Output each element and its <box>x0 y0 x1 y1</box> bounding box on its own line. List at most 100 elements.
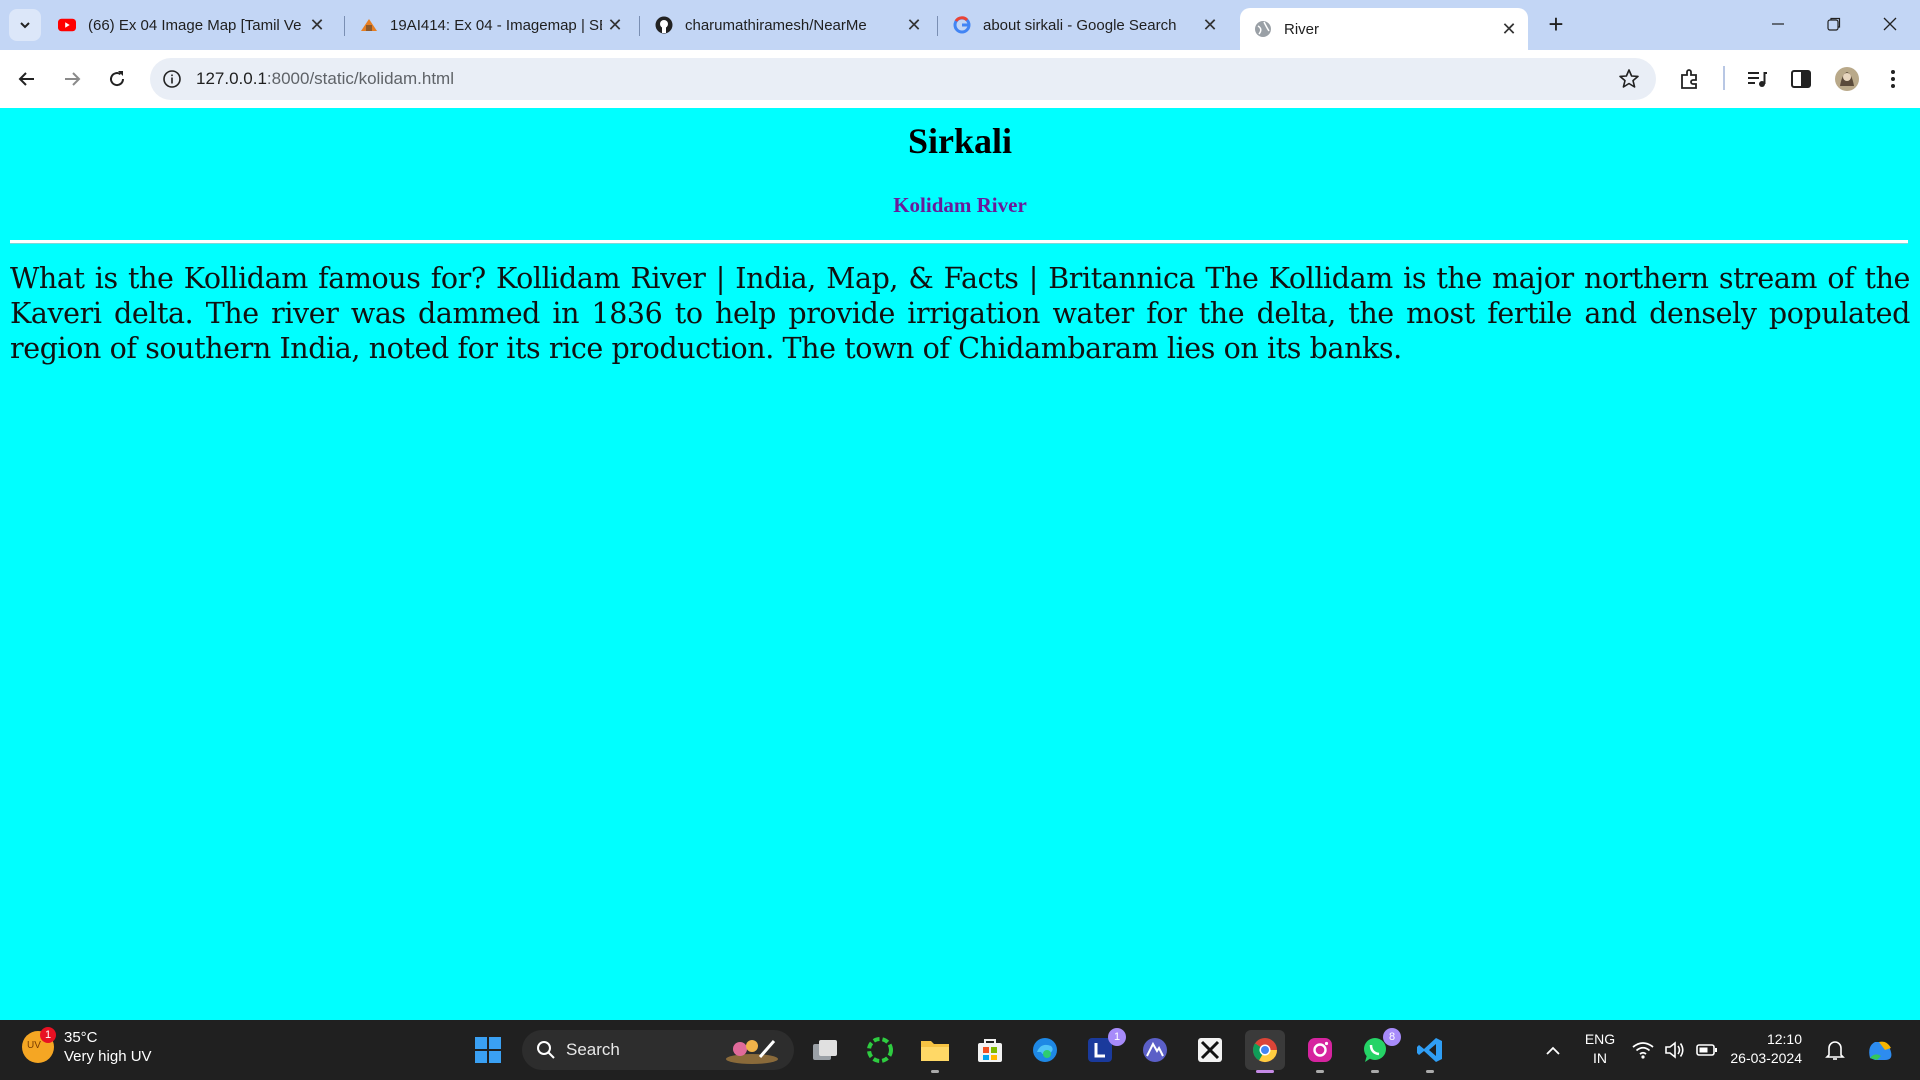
url-text[interactable]: 127.0.0.1:8000/static/kolidam.html <box>196 69 454 89</box>
tab-github[interactable]: charumathiramesh/NearMe ✕ <box>641 8 933 42</box>
browser-menu-button[interactable] <box>1879 65 1907 93</box>
side-panel-icon <box>1791 70 1811 88</box>
taskbar-chrome[interactable] <box>1245 1030 1285 1073</box>
taskbar-store[interactable] <box>970 1030 1010 1070</box>
tab-divider <box>639 16 640 36</box>
side-panel-button[interactable] <box>1787 65 1815 93</box>
arrow-right-icon <box>65 72 81 86</box>
tab-title: 19AI414: Ex 04 - Imagemap | SE <box>390 16 602 34</box>
chevron-up-icon <box>1546 1046 1560 1055</box>
language-code: ENG <box>1584 1031 1616 1047</box>
tab-river[interactable]: River ✕ <box>1240 8 1528 50</box>
show-hidden-icons-button[interactable] <box>1533 1030 1573 1070</box>
taskbar-app-loader[interactable] <box>860 1030 900 1070</box>
sun-uv-icon: UV 1 <box>22 1027 56 1063</box>
tab-course[interactable]: 19AI414: Ex 04 - Imagemap | SE ✕ <box>346 8 634 42</box>
running-indicator <box>1426 1070 1434 1073</box>
minimize-icon <box>1772 23 1784 25</box>
extensions-button[interactable] <box>1676 65 1704 93</box>
start-button[interactable] <box>468 1030 508 1070</box>
task-view-button[interactable] <box>805 1030 845 1070</box>
google-icon <box>953 16 971 34</box>
taskbar-file-explorer[interactable] <box>915 1030 955 1073</box>
taskbar-edge[interactable] <box>1025 1030 1065 1070</box>
weather-widget[interactable]: UV 1 35°C Very high UV <box>22 1027 152 1066</box>
tab-divider <box>344 16 345 36</box>
mountain-app-icon <box>1143 1038 1167 1062</box>
profile-avatar[interactable] <box>1833 65 1861 93</box>
volume-status[interactable] <box>1660 1030 1690 1070</box>
taskbar-whatsapp[interactable]: 8 <box>1355 1028 1401 1073</box>
minimize-button[interactable] <box>1750 0 1806 48</box>
notifications-button[interactable] <box>1820 1030 1850 1070</box>
tab-title: about sirkali - Google Search <box>983 16 1177 34</box>
restore-button[interactable] <box>1806 0 1862 48</box>
region-code: IN <box>1593 1050 1607 1066</box>
reload-button[interactable] <box>102 64 132 94</box>
tab-title: River <box>1284 20 1320 38</box>
reload-icon <box>110 71 125 87</box>
copilot-button[interactable] <box>1862 1030 1898 1070</box>
close-icon[interactable]: ✕ <box>602 15 628 36</box>
close-icon[interactable]: ✕ <box>901 15 927 36</box>
new-tab-button[interactable]: + <box>1541 10 1571 40</box>
forward-button[interactable] <box>57 64 87 94</box>
tab-youtube[interactable]: (66) Ex 04 Image Map [Tamil Ve ✕ <box>44 8 336 42</box>
battery-icon <box>1696 1044 1717 1056</box>
page-subtitle: Kolidam River <box>893 193 1027 217</box>
folder-icon <box>921 1041 949 1061</box>
taskbar-app-l[interactable]: 1 <box>1080 1028 1126 1070</box>
page-title: Sirkali <box>907 121 1013 161</box>
puzzle-icon <box>1681 69 1697 89</box>
notification-badge: 1 <box>1108 1028 1126 1046</box>
info-icon[interactable] <box>162 69 182 89</box>
copilot-icon <box>1869 1041 1892 1060</box>
taskbar-app-arc[interactable] <box>1135 1030 1175 1070</box>
capcut-icon <box>1198 1038 1222 1062</box>
language-indicator[interactable]: ENG IN <box>1580 1030 1620 1068</box>
weather-temp: 35°C <box>64 1029 98 1046</box>
close-icon <box>1883 17 1897 31</box>
store-bag-icon <box>978 1039 1002 1062</box>
course-site-icon <box>360 16 378 34</box>
chevron-down-icon <box>20 22 30 29</box>
horizontal-rule <box>10 240 1908 244</box>
chrome-icon <box>1253 1038 1277 1063</box>
address-bar[interactable]: 127.0.0.1:8000/static/kolidam.html <box>150 58 1656 100</box>
close-icon[interactable]: ✕ <box>1197 15 1223 36</box>
wifi-status[interactable] <box>1628 1030 1658 1070</box>
taskbar-instagram[interactable] <box>1300 1030 1340 1073</box>
tab-google[interactable]: about sirkali - Google Search ✕ <box>939 8 1229 42</box>
url-host: 127.0.0.1 <box>196 69 267 88</box>
kebab-menu-icon <box>1891 70 1895 88</box>
taskbar-app-capcut[interactable] <box>1190 1030 1230 1070</box>
clock[interactable]: 12:10 26-03-2024 <box>1730 1030 1802 1068</box>
tab-title: charumathiramesh/NearMe <box>685 16 867 34</box>
search-icon <box>537 1041 555 1059</box>
taskbar-vscode[interactable] <box>1410 1030 1450 1073</box>
browser-toolbar: 127.0.0.1:8000/static/kolidam.html <box>0 50 1920 108</box>
notification-badge: 8 <box>1383 1028 1401 1046</box>
uv-label: UV <box>27 1040 41 1051</box>
close-icon[interactable]: ✕ <box>1496 19 1522 40</box>
task-view-icon <box>813 1040 837 1060</box>
clock-time: 12:10 <box>1766 1031 1802 1047</box>
bookmark-star-icon[interactable] <box>1618 68 1640 90</box>
close-icon[interactable]: ✕ <box>304 15 330 36</box>
tab-strip: (66) Ex 04 Image Map [Tamil Ve ✕ 19AI414… <box>0 0 1920 50</box>
speaker-icon <box>1665 1041 1684 1059</box>
url-path: :8000/static/kolidam.html <box>266 69 454 88</box>
media-control-button[interactable] <box>1743 65 1771 93</box>
running-indicator <box>1316 1070 1324 1073</box>
windows-taskbar: UV 1 35°C Very high UV Search 1 8 ENG IN… <box>0 1020 1920 1080</box>
battery-status[interactable] <box>1692 1030 1722 1070</box>
restore-icon <box>1827 17 1841 31</box>
back-button[interactable] <box>12 64 42 94</box>
taskbar-search[interactable]: Search <box>522 1030 794 1070</box>
close-window-button[interactable] <box>1862 0 1918 48</box>
running-indicator <box>1371 1070 1379 1073</box>
clock-date: 26-03-2024 <box>1730 1050 1802 1066</box>
tab-search-button[interactable] <box>9 9 41 41</box>
instagram-icon <box>1308 1038 1332 1062</box>
tab-divider <box>937 16 938 36</box>
